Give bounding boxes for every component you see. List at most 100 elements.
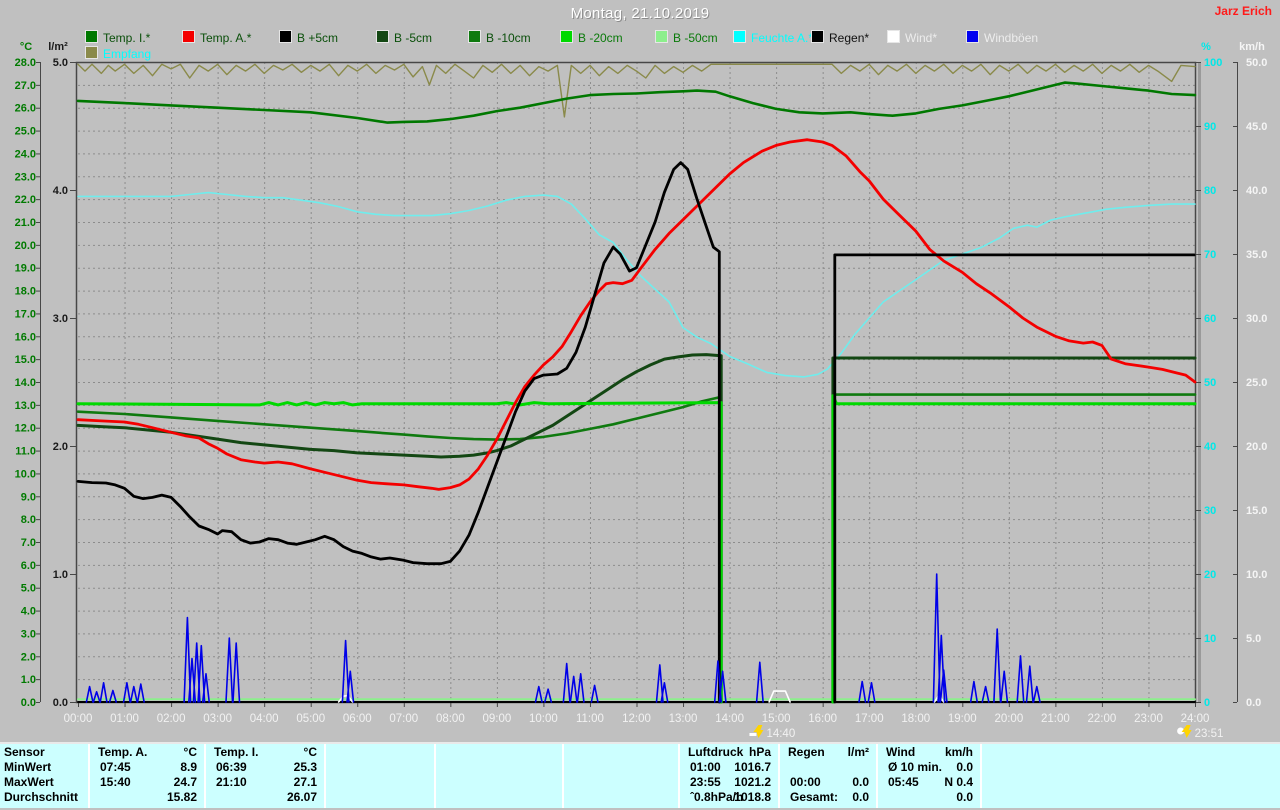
series-line-b-plus5cm — [835, 255, 1194, 702]
stats-group-empty — [562, 744, 676, 808]
stats-group-unit: °C — [184, 745, 197, 760]
axis-tick-label: 19.0 — [15, 263, 36, 275]
series-line-windboeen — [226, 638, 233, 702]
axis-tick-label: 14.0 — [15, 377, 36, 389]
stats-cell-value: 1018.8 — [734, 790, 771, 805]
axis-tick-label: 2.0 — [21, 651, 36, 663]
series-line-b-5cm — [833, 358, 1195, 702]
stats-group-wind: Windkm/hØ 10 min.0.005:45N 0.40.0 — [876, 744, 978, 808]
series-line-windboeen — [233, 643, 240, 702]
axis-tick-label: 07:00 — [389, 713, 418, 725]
stats-cell-time: 15:40 — [100, 775, 131, 790]
axis-tick-label: 20 — [1204, 569, 1216, 581]
series-line-wind — [769, 691, 790, 702]
stats-group-unit: km/h — [945, 745, 973, 760]
series-b-plus5cm — [78, 163, 1194, 702]
axis-tick-label: 0 — [1204, 697, 1210, 709]
axis-tick-label: 08:00 — [436, 713, 465, 725]
chart-canvas: 28.027.026.025.024.023.022.021.020.019.0… — [0, 0, 1280, 742]
axis-tick-label: 03:00 — [203, 713, 232, 725]
sunset-marker: 14:40 — [749, 725, 795, 740]
series-windboeen — [86, 574, 1040, 702]
axis-unit-kmh: km/h — [1239, 41, 1265, 53]
axis-tick-label: 16:00 — [808, 713, 837, 725]
series-line-windboeen — [1027, 666, 1034, 702]
axis-tick-label: 28.0 — [15, 57, 36, 69]
axis-unit-celsius: °C — [20, 41, 32, 53]
axis-tick-label: 16.0 — [15, 331, 36, 343]
series-line-windboeen — [577, 674, 584, 702]
stats-table: SensorMinWertMaxWertDurchschnitt Temp. A.… — [0, 742, 1280, 808]
axis-tick-label: 30 — [1204, 505, 1216, 517]
axis-tick-label: 3.0 — [21, 628, 36, 640]
axis-tick-label: 23.0 — [15, 171, 36, 183]
axis-tick-label: 24.0 — [15, 148, 36, 160]
axis-tick-label: 18.0 — [15, 286, 36, 298]
stats-cell-time: 21:10 — [216, 775, 247, 790]
axis-tick-label: 8.0 — [21, 514, 36, 526]
axis-tick-label: 26.0 — [15, 103, 36, 115]
axis-tick-label: 18:00 — [901, 713, 930, 725]
axis-tick-label: 2.0 — [53, 441, 68, 453]
stats-cell-value: 15.82 — [167, 790, 197, 805]
axis-tick-label: 12:00 — [622, 713, 651, 725]
series-line-windboeen — [994, 629, 1001, 702]
axis-tick-label: 60 — [1204, 313, 1216, 325]
stats-cell-value: 0.0 — [956, 760, 973, 775]
stats-group-temp-a: Temp. A.°C07:458.915:4024.715.82 — [88, 744, 202, 808]
axis-tick-label: 15.0 — [1246, 505, 1267, 517]
weather-app-window: Montag, 21.10.2019 Jarz Erich Temp. I.*T… — [0, 0, 1280, 810]
stats-cell-time: Ø 10 min. — [888, 760, 942, 775]
stats-cell-value: 0.0 — [852, 790, 869, 805]
axis-unit-percent: % — [1201, 41, 1211, 53]
axis-tick-label: 24:00 — [1181, 713, 1210, 725]
stats-cell-time: 07:45 — [100, 760, 131, 775]
series-feuchte-a — [78, 193, 1195, 377]
axis-tick-label: 3.0 — [53, 313, 68, 325]
axis-tick-label: 11:00 — [576, 713, 604, 725]
axis-tick-label: 0.0 — [21, 697, 36, 709]
axis-unit-lm2: l/m² — [48, 41, 68, 53]
axis-tick-label: 80 — [1204, 185, 1216, 197]
axis-tick-label: 06:00 — [343, 713, 372, 725]
moon-marker-icon — [1177, 725, 1192, 738]
axis-tick-label: 5.0 — [1246, 633, 1261, 645]
axis-tick-label: 04:00 — [250, 713, 279, 725]
axis-tick-label: 25.0 — [1246, 377, 1267, 389]
stats-cell-value: 26.07 — [287, 790, 317, 805]
stats-group-title: Regen — [788, 745, 825, 760]
stats-group-unit: °C — [304, 745, 317, 760]
series-line-b-5cm — [78, 355, 721, 702]
stats-row-label: Durchschnitt — [4, 790, 88, 805]
axis-tick-label: 1.0 — [53, 569, 68, 581]
arrow-glyph — [753, 725, 763, 738]
stats-cell-value: 0.0 — [956, 790, 973, 805]
axis-tick-label: 0.0 — [1246, 697, 1261, 709]
axis-tick-label: 05:00 — [296, 713, 325, 725]
axis-tick-label: 13:00 — [669, 713, 698, 725]
axis-tick-label: 5.0 — [21, 583, 36, 595]
stats-group-title: Temp. A. — [98, 745, 147, 760]
axis-tick-label: 25.0 — [15, 126, 36, 138]
axis-tick-label: 0.0 — [53, 697, 68, 709]
stats-group-unit: l/m² — [848, 745, 869, 760]
stats-group-title: Temp. I. — [214, 745, 258, 760]
axis-tick-label: 11.0 — [15, 446, 36, 458]
stats-cell-value: 25.3 — [294, 760, 317, 775]
axis-tick-label: 21.0 — [15, 217, 36, 229]
series-wind — [339, 691, 944, 702]
sun-marker-icon — [749, 725, 763, 738]
axis-tick-label: 09:00 — [482, 713, 511, 725]
series-line-windboeen — [93, 692, 100, 702]
axis-tick-label: 4.0 — [53, 185, 68, 197]
axis-tick-label: 7.0 — [21, 537, 36, 549]
axis-tick-label: 30.0 — [1246, 313, 1267, 325]
axis-tick-label: 40 — [1204, 441, 1216, 453]
stats-row-labels: SensorMinWertMaxWertDurchschnitt — [4, 744, 88, 808]
series-line-windboeen — [563, 664, 570, 702]
stats-group-temp-i: Temp. I.°C06:3925.321:1027.126.07 — [204, 744, 322, 808]
axis-tick-label: 6.0 — [21, 560, 36, 572]
axis-tick-label: 20:00 — [994, 713, 1023, 725]
axis-tick-label: 9.0 — [21, 491, 36, 503]
axis-tick-label: 22:00 — [1088, 713, 1117, 725]
